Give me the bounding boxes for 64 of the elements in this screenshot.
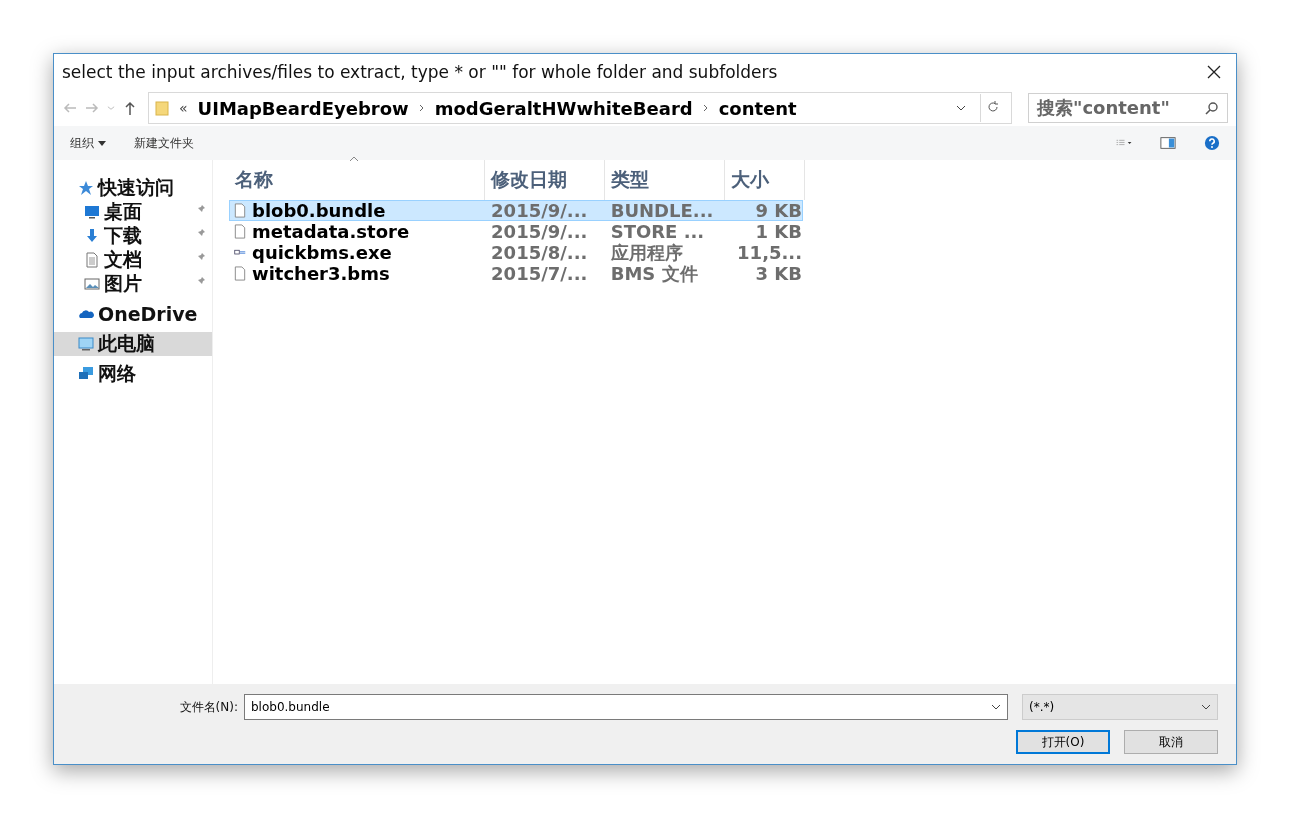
file-name: quickbms.exe xyxy=(252,242,392,263)
size-cell-text: 1 KB xyxy=(754,221,802,242)
refresh-icon xyxy=(987,99,999,114)
file-type-dropdown[interactable]: (*.*) xyxy=(1022,694,1218,720)
type-cell-text: STORE ... xyxy=(609,221,706,242)
file-row[interactable]: metadata.store 2015/9/... STORE ... 1 KB xyxy=(229,221,803,242)
sidebar-item[interactable]: 图片 xyxy=(54,272,212,296)
filename-field[interactable]: blob0.bundle xyxy=(244,694,1008,720)
sidebar-item[interactable]: 快速访问 xyxy=(54,176,212,200)
network-icon xyxy=(78,366,94,382)
caret-icon xyxy=(991,703,1001,711)
sidebar-item[interactable]: 下载 xyxy=(54,224,212,248)
overflow-chevron[interactable]: « xyxy=(179,100,188,116)
file-icon xyxy=(234,266,246,281)
toolbar-button[interactable]: 组织 xyxy=(70,134,106,152)
size-cell-text: 9 KB xyxy=(754,200,802,221)
breadcrumb[interactable]: modGeraltHWwhiteBeard xyxy=(434,97,693,119)
breadcrumb[interactable]: content xyxy=(718,97,797,119)
file-row[interactable]: quickbms.exe 2015/8/... 应用程序 11,5... xyxy=(229,242,803,263)
date-cell-text: 2015/9/... xyxy=(490,200,589,221)
dialog-button[interactable]: 打开(O) xyxy=(1016,730,1110,754)
type-cell-text: 应用程序 xyxy=(609,240,684,264)
sidebar-item[interactable]: 文档 xyxy=(54,248,212,272)
file-icon xyxy=(234,224,246,239)
toolbar-button[interactable]: 新建文件夹 xyxy=(133,134,194,152)
size-cell-text: 11,5... xyxy=(736,242,802,263)
type-cell-text: BUNDLE... xyxy=(609,200,715,221)
address-bar[interactable]: « UIMapBeardEyebrow modGeraltHWwhiteBeard content xyxy=(148,92,1012,124)
star-icon xyxy=(78,180,94,196)
search-icon xyxy=(1205,101,1219,115)
file-row[interactable]: blob0.bundle 2015/9/... BUNDLE... 9 KB xyxy=(229,200,803,221)
date-cell-text: 2015/9/... xyxy=(490,221,589,242)
file-name: blob0.bundle xyxy=(252,200,386,221)
down-arrow-icon xyxy=(84,228,100,244)
file-name: witcher3.bms xyxy=(252,263,390,284)
close-icon xyxy=(1207,64,1221,79)
document-icon xyxy=(84,252,100,268)
caret-icon xyxy=(956,104,966,112)
file-row[interactable]: witcher3.bms 2015/7/... BMS 文件 3 KB xyxy=(229,263,803,284)
type-cell-text: BMS 文件 xyxy=(609,262,699,286)
sidebar-item[interactable]: 桌面 xyxy=(54,200,212,224)
size-cell-text: 3 KB xyxy=(754,263,802,284)
breadcrumb[interactable]: UIMapBeardEyebrow xyxy=(197,97,409,119)
date-cell-text: 2015/8/... xyxy=(490,242,589,263)
file-name: metadata.store xyxy=(252,221,410,242)
date-cell-text: 2015/7/... xyxy=(490,263,589,284)
file-icon xyxy=(234,203,246,218)
help-icon xyxy=(1204,135,1220,151)
monitor-icon xyxy=(84,204,100,220)
preview-pane-button[interactable] xyxy=(1160,135,1176,151)
search-field[interactable]: 搜索"content" xyxy=(1028,93,1228,123)
window-title: select the input archives/files to extract, type * or "" for whole folder and subfolders xyxy=(62,62,779,82)
sidebar-item[interactable]: OneDrive xyxy=(54,302,212,326)
chevron-icon xyxy=(418,104,425,112)
dialog-button[interactable]: 取消 xyxy=(1124,730,1218,754)
computer-icon xyxy=(78,336,94,352)
sidebar-item[interactable]: 此电脑 xyxy=(54,332,212,356)
caret-icon xyxy=(1201,703,1211,711)
sidebar-item[interactable]: 网络 xyxy=(54,362,212,386)
filename-label: 文件名(N): xyxy=(179,698,238,716)
picture-icon xyxy=(84,276,100,292)
help-button[interactable] xyxy=(1204,135,1220,151)
folder-icon xyxy=(155,100,169,116)
chevron-icon xyxy=(702,104,709,112)
